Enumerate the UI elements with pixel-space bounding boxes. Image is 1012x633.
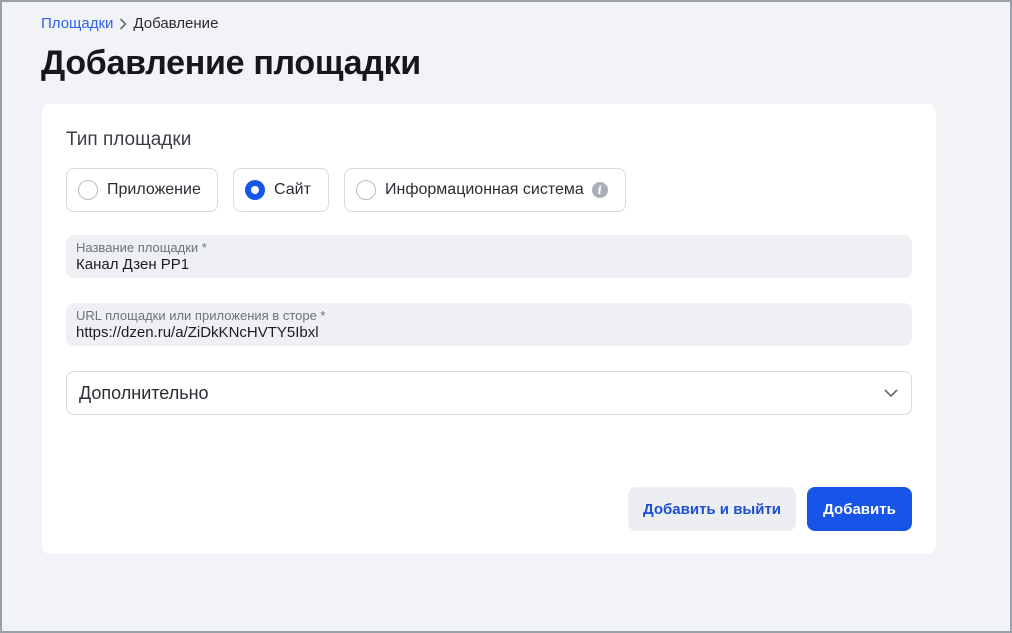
platform-type-title: Тип площадки [66,129,192,150]
radio-button-unchecked[interactable] [78,180,98,200]
radio-option-info-system[interactable]: Информационная система i [344,168,626,212]
radio-option-app[interactable]: Приложение [66,168,218,212]
platform-url-label: URL площадки или приложения в сторе * [76,308,326,323]
additional-accordion[interactable]: Дополнительно [66,371,912,415]
radio-option-label: Сайт [274,181,311,198]
chevron-right-icon [113,18,133,30]
platform-name-input[interactable]: Канал Дзен РР1 [76,255,902,274]
radio-option-label: Приложение [107,181,201,198]
add-button[interactable]: Добавить [807,487,912,531]
platform-url-input[interactable]: https://dzen.ru/a/ZiDkKNcHVTY5Ibxl [76,323,902,342]
breadcrumb-link-platforms[interactable]: Площадки [41,15,113,32]
form-card: Тип площадки Приложение Сайт Информацион… [42,104,936,554]
page-title: Добавление площадки [41,44,421,82]
info-icon[interactable]: i [591,182,608,198]
platform-url-field[interactable]: URL площадки или приложения в сторе * ht… [66,303,912,346]
additional-accordion-label: Дополнительно [79,382,209,403]
platform-name-label: Название площадки * [76,240,207,255]
radio-button-checked[interactable] [245,180,265,200]
add-and-exit-button[interactable]: Добавить и выйти [628,487,796,531]
radio-option-site[interactable]: Сайт [233,168,329,212]
breadcrumb-current: Добавление [133,15,219,32]
radio-button-unchecked[interactable] [356,180,376,200]
chevron-down-icon[interactable] [883,385,899,401]
breadcrumb: Площадки Добавление [41,15,218,32]
radio-option-label: Информационная система [385,181,584,198]
platform-name-field[interactable]: Название площадки * Канал Дзен РР1 [66,235,912,278]
